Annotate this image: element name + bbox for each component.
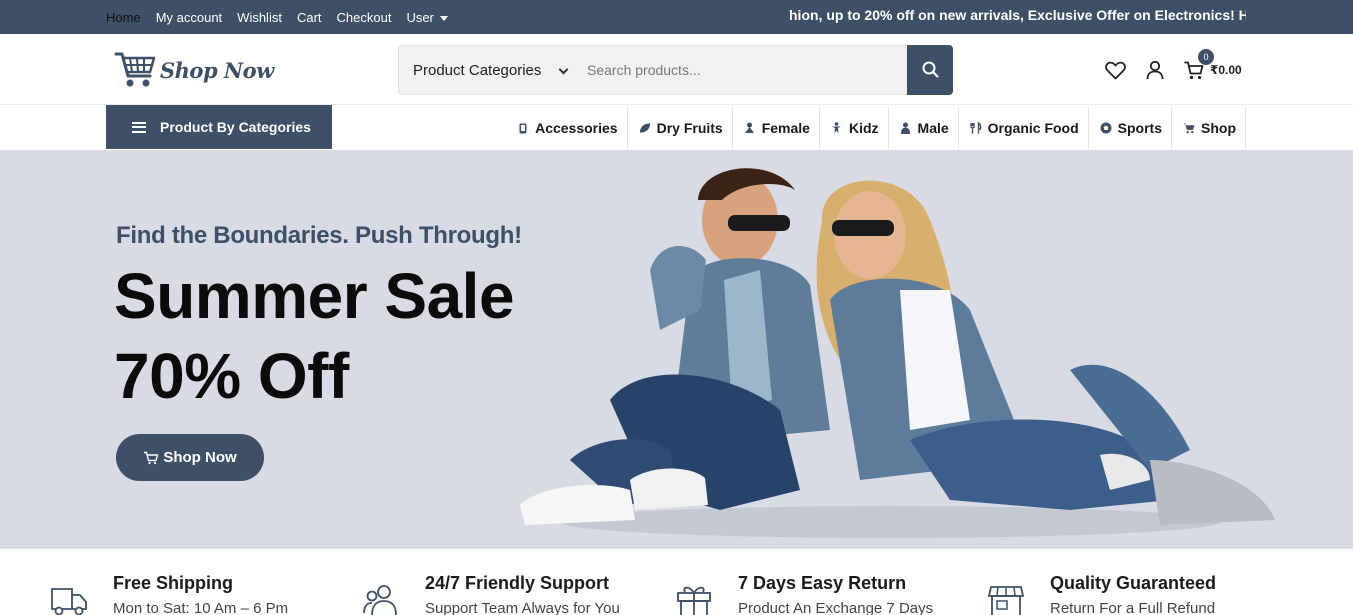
cart-icon [144,451,159,464]
category-nav: Accessories Dry Fruits Female Kidz Male … [506,108,1246,148]
feature-free-shipping: Free Shipping Mon to Sat: 10 Am – 6 Pm [50,573,288,615]
site-header: Shop Now Product Categories Search produ… [0,34,1353,105]
woman-figure [816,180,1275,525]
logo[interactable]: Shop Now [114,50,274,90]
truck-icon [51,588,87,615]
category-label: Male [917,120,949,136]
account-button[interactable] [1144,59,1166,81]
header-actions: 0 ₹0.00 [1104,48,1242,84]
category-item-kidz[interactable]: Kidz [820,108,889,148]
hero-models-image [520,168,1275,538]
feature-support: 24/7 Friendly Support Support Team Alway… [362,573,620,615]
category-select[interactable]: Product Categories [399,46,575,94]
feature-desc: Mon to Sat: 10 Am – 6 Pm [113,600,289,615]
top-link-home[interactable]: Home [106,10,141,25]
hero-banner: Find the Boundaries. Push Through! Summe… [0,150,1353,549]
feature-title: Quality Guaranteed [1050,573,1217,593]
users-icon [363,585,397,615]
category-label: Sports [1117,120,1162,136]
search-icon [922,61,939,78]
top-link-checkout[interactable]: Checkout [337,10,392,25]
category-label: Accessories [535,120,618,136]
top-bar: Home My account Wishlist Cart Checkout U… [0,0,1353,34]
hero-title: Summer Sale 70% Off [114,256,515,416]
caret-down-icon [439,15,448,21]
category-label: Kidz [848,120,879,136]
man-figure [520,168,830,525]
hero-title-line-2: 70% Off [114,340,349,412]
category-label: Dry Fruits [656,120,723,136]
category-label: Female [761,120,810,136]
search-input[interactable] [575,46,907,94]
child-icon [831,122,843,134]
category-item-accessories[interactable]: Accessories [506,108,628,148]
search-bar: Product Categories [398,44,953,95]
cart-button[interactable]: 0 ₹0.00 [1184,48,1242,80]
hero-subtitle: Find the Boundaries. Push Through! [116,222,522,249]
feature-desc: Return For a Full Refund [1050,600,1216,615]
cart-icon [1183,122,1195,134]
category-item-male[interactable]: Male [889,108,959,148]
feature-title: Free Shipping [113,573,234,593]
cutlery-icon [969,122,982,134]
cart-count-badge: 0 [1198,48,1214,65]
feature-easy-return: 7 Days Easy Return Product An Exchange 7… [675,573,933,615]
store-icon [987,586,1025,615]
feature-desc: Support Team Always for You [425,600,620,615]
feature-desc: Product An Exchange 7 Days [738,600,934,615]
product-by-categories-label: Product By Categories [160,119,311,135]
hero-title-line-1: Summer Sale [114,260,515,332]
feature-title: 24/7 Friendly Support [425,573,610,593]
category-label: Shop [1201,120,1236,136]
search-button[interactable] [907,44,953,95]
hero-shop-now-label: Shop Now [163,449,237,466]
promo-ticker: hion, up to 20% off on new arrivals, Exc… [789,7,1246,23]
hero-shop-now-button[interactable]: Shop Now [116,434,264,481]
top-link-my-account[interactable]: My account [156,10,222,25]
user-icon [1146,60,1164,80]
category-select-label: Product Categories [413,61,542,79]
category-item-shop[interactable]: Shop [1172,108,1246,148]
top-link-wishlist[interactable]: Wishlist [237,10,282,25]
ball-icon [1100,122,1112,134]
wishlist-button[interactable] [1104,59,1126,81]
phone-icon [517,122,529,134]
user-menu-label: User [406,9,434,25]
category-label: Organic Food [987,120,1079,136]
category-bar: Product By Categories Accessories Dry Fr… [0,105,1353,150]
hamburger-icon [132,121,146,133]
top-nav: Home My account Wishlist Cart Checkout U… [106,0,463,34]
category-item-sports[interactable]: Sports [1089,108,1172,148]
leaf-icon [639,122,651,134]
feature-quality: Quality Guaranteed Return For a Full Ref… [987,573,1216,615]
gift-icon [677,586,711,615]
feature-title: 7 Days Easy Return [738,573,907,593]
top-link-cart[interactable]: Cart [297,10,322,25]
shopping-cart-logo-icon [114,52,156,87]
cart-total: ₹0.00 [1210,63,1242,77]
category-item-female[interactable]: Female [733,108,820,148]
category-item-organic-food[interactable]: Organic Food [959,108,1089,148]
male-icon [900,122,912,134]
features-strip: Free Shipping Mon to Sat: 10 Am – 6 Pm 2… [0,549,1353,615]
category-item-dry-fruits[interactable]: Dry Fruits [628,108,733,148]
chevron-down-icon [558,64,569,75]
logo-text: Shop Now [160,57,274,83]
top-link-user-menu[interactable]: User [406,9,448,25]
product-by-categories-button[interactable]: Product By Categories [106,105,332,149]
female-icon [744,122,756,134]
heart-icon [1104,61,1126,79]
